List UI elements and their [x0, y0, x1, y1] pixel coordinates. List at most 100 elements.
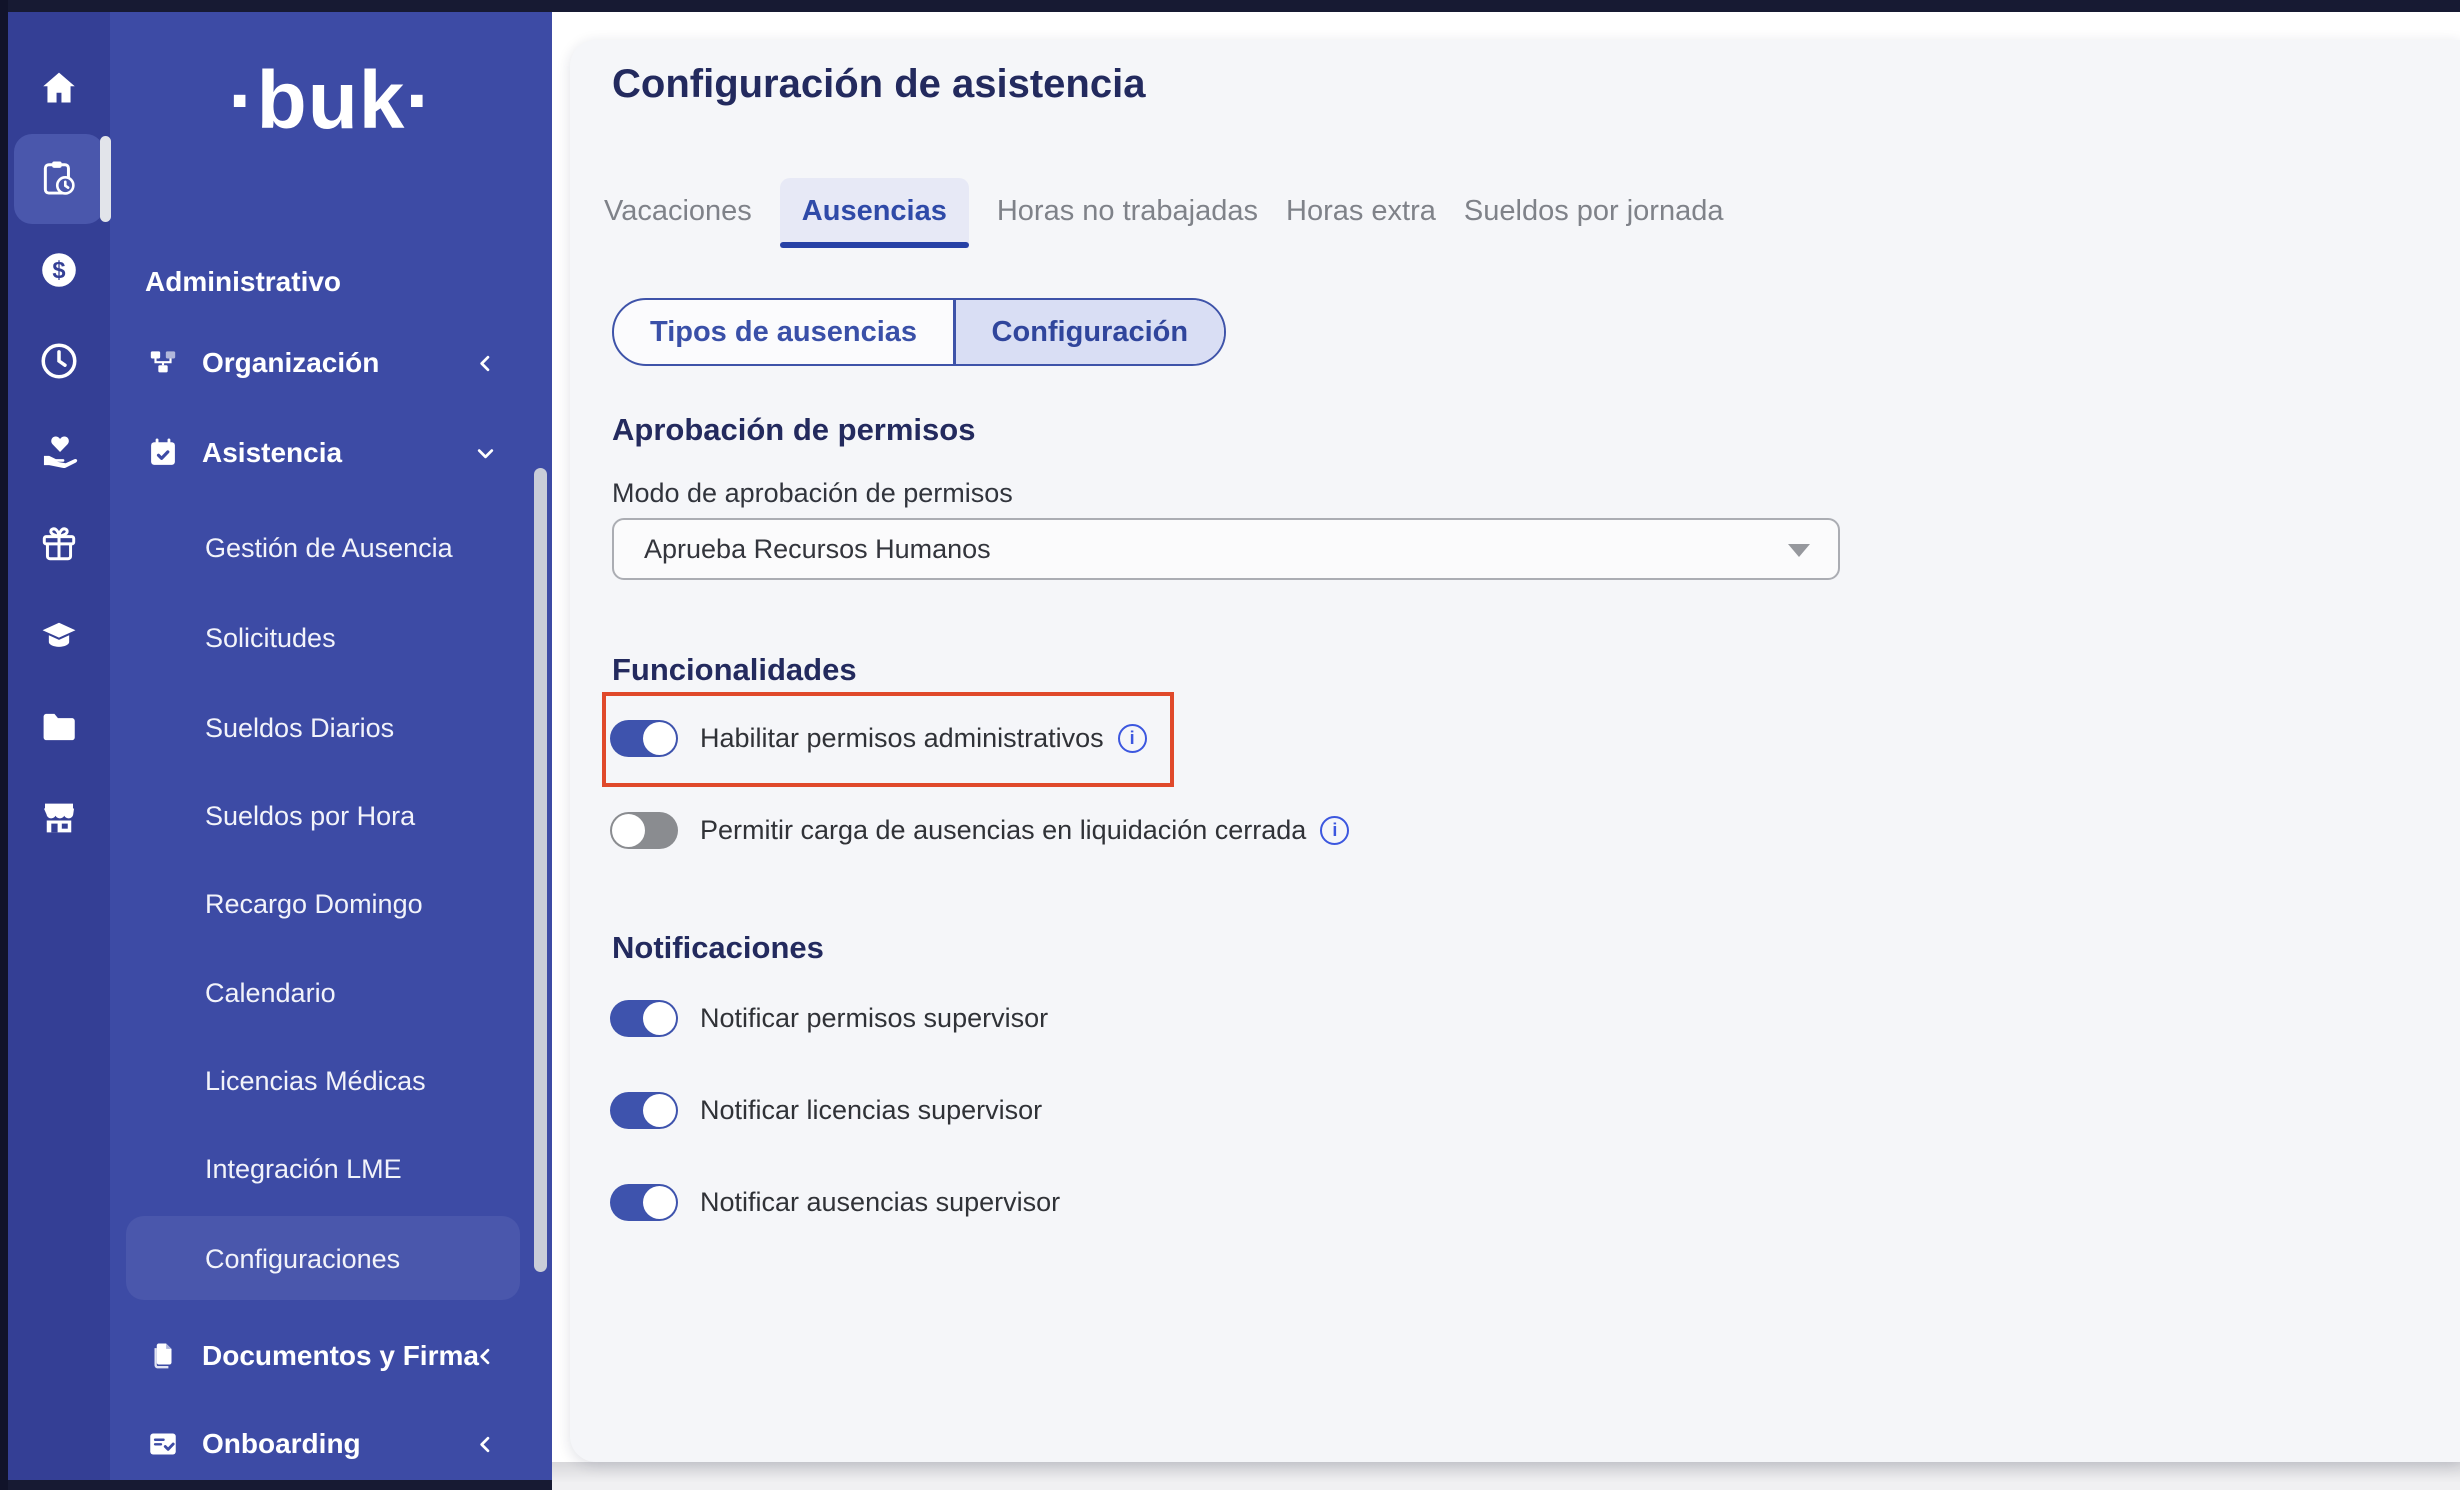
select-value: Aprueba Recursos Humanos	[644, 534, 991, 565]
tab-horas-extra[interactable]: Horas extra	[1286, 178, 1436, 248]
toggle-row-notificar-licencias: Notificar licencias supervisor	[610, 1079, 1042, 1141]
submenu-label: Solicitudes	[205, 623, 336, 654]
segmented-control: Tipos de ausencias Configuración	[612, 298, 1226, 366]
section-heading-funcionalidades: Funcionalidades	[612, 652, 857, 688]
toggle-permitir-carga-ausencias[interactable]	[610, 812, 678, 849]
toggle-knob	[643, 1002, 676, 1035]
submenu-label: Configuraciones	[205, 1244, 400, 1275]
payroll-dollar-icon: $	[38, 249, 80, 291]
sidebar-subitem-sueldos-por-hora[interactable]: Sueldos por Hora	[110, 787, 552, 845]
svg-text:$: $	[52, 258, 65, 284]
sidebar-subitem-integracion-lme[interactable]: Integración LME	[110, 1140, 552, 1198]
window-frame-bottom	[0, 1480, 552, 1490]
toggle-knob	[643, 1186, 676, 1219]
window-frame-left	[0, 0, 8, 1490]
toggle-knob	[643, 1094, 676, 1127]
toggle-notificar-ausencias-supervisor[interactable]	[610, 1184, 678, 1221]
sidebar-item-label: Documentos y Firma	[202, 1340, 479, 1372]
training-graduation-cap-icon	[38, 615, 80, 657]
chevron-left-icon	[472, 350, 499, 377]
chevron-down-icon	[472, 440, 499, 467]
sidebar-subitem-gestion-de-ausencia[interactable]: Gestión de Ausencia	[110, 519, 552, 577]
submenu-label: Recargo Domingo	[205, 889, 423, 920]
rail-item-payroll[interactable]: $	[38, 249, 80, 291]
toggle-label: Notificar licencias supervisor	[700, 1095, 1042, 1126]
rail-item-training[interactable]	[38, 615, 80, 657]
segment-tipos-de-ausencias[interactable]: Tipos de ausencias	[614, 300, 953, 364]
section-heading-notificaciones: Notificaciones	[612, 930, 824, 966]
toggle-notificar-permisos-supervisor[interactable]	[610, 1000, 678, 1037]
page-title: Configuración de asistencia	[612, 62, 1145, 107]
toggle-label: Notificar ausencias supervisor	[700, 1187, 1060, 1218]
rail-item-gifts[interactable]	[38, 523, 80, 565]
sidebar: ·buk· Administrativo Organización Asiste…	[110, 12, 552, 1490]
toggle-row-notificar-ausencias: Notificar ausencias supervisor	[610, 1171, 1060, 1233]
tab-ausencias-active[interactable]: Ausencias	[780, 178, 969, 248]
toggle-row-permitir-carga: Permitir carga de ausencias en liquidaci…	[610, 799, 1349, 861]
tab-bar: Vacaciones Ausencias Horas no trabajadas…	[604, 178, 1723, 248]
calendar-check-icon	[146, 436, 180, 470]
icon-rail: $	[8, 12, 110, 1490]
submenu-label: Licencias Médicas	[205, 1066, 426, 1097]
active-rail-indicator-bar	[100, 136, 111, 222]
rail-item-time[interactable]	[38, 340, 80, 382]
sidebar-section-label: Administrativo	[145, 266, 341, 298]
submenu-label: Gestión de Ausencia	[205, 533, 453, 564]
sidebar-item-onboarding[interactable]: Onboarding	[110, 1413, 552, 1475]
sidebar-subitem-sueldos-diarios[interactable]: Sueldos Diarios	[110, 699, 552, 757]
buk-logo[interactable]: ·buk·	[110, 54, 552, 148]
sidebar-item-organizacion[interactable]: Organización	[110, 332, 552, 394]
sidebar-subitem-configuraciones-active[interactable]: Configuraciones	[110, 1230, 552, 1288]
settings-card: Configuración de asistencia Vacaciones A…	[570, 40, 2460, 1462]
select-caret-icon	[1788, 544, 1810, 557]
benefits-hand-heart-icon	[38, 431, 80, 473]
toggle-row-notificar-permisos: Notificar permisos supervisor	[610, 987, 1048, 1049]
submenu-label: Integración LME	[205, 1154, 402, 1185]
page-bottom-shadow	[552, 1462, 2460, 1490]
select-field-label: Modo de aprobación de permisos	[612, 478, 1013, 509]
rail-item-attendance[interactable]	[38, 157, 80, 199]
home-icon	[38, 67, 80, 109]
rail-item-files[interactable]	[38, 706, 80, 748]
submenu-label: Sueldos por Hora	[205, 801, 415, 832]
toggle-knob	[612, 814, 645, 847]
folder-icon	[38, 706, 80, 748]
sidebar-scrollbar[interactable]	[534, 468, 547, 1272]
window-frame-top	[0, 0, 2460, 12]
tab-sueldos-por-jornada[interactable]: Sueldos por jornada	[1464, 178, 1724, 248]
chevron-left-icon	[472, 1343, 499, 1370]
app-window: $	[0, 0, 2460, 1490]
main-content: Configuración de asistencia Vacaciones A…	[552, 12, 2460, 1490]
sidebar-item-label: Onboarding	[202, 1428, 361, 1460]
sidebar-subitem-recargo-domingo[interactable]: Recargo Domingo	[110, 875, 552, 933]
marketplace-store-icon	[38, 797, 80, 839]
gift-icon	[38, 523, 80, 565]
approval-mode-select[interactable]: Aprueba Recursos Humanos	[612, 518, 1840, 580]
sidebar-subitem-calendario[interactable]: Calendario	[110, 964, 552, 1022]
rail-item-home[interactable]	[38, 67, 80, 109]
documents-icon	[146, 1339, 180, 1373]
sidebar-item-asistencia[interactable]: Asistencia	[110, 422, 552, 484]
onboarding-checklist-icon	[146, 1427, 180, 1461]
info-icon[interactable]	[1320, 816, 1349, 845]
sidebar-item-documentos-y-firma[interactable]: Documentos y Firma	[110, 1325, 552, 1387]
rail-item-benefits[interactable]	[38, 431, 80, 473]
annotation-highlight-box	[602, 692, 1174, 787]
sidebar-subitem-licencias-medicas[interactable]: Licencias Médicas	[110, 1052, 552, 1110]
sidebar-item-label: Organización	[202, 347, 379, 379]
toggle-label: Permitir carga de ausencias en liquidaci…	[700, 815, 1306, 846]
time-clock-icon	[38, 340, 80, 382]
rail-item-marketplace[interactable]	[38, 797, 80, 839]
sidebar-item-label: Asistencia	[202, 437, 342, 469]
toggle-label: Notificar permisos supervisor	[700, 1003, 1048, 1034]
tab-vacaciones[interactable]: Vacaciones	[604, 178, 752, 248]
tab-horas-no-trabajadas[interactable]: Horas no trabajadas	[997, 178, 1258, 248]
submenu-label: Sueldos Diarios	[205, 713, 394, 744]
sitemap-icon	[146, 346, 180, 380]
sidebar-subitem-solicitudes[interactable]: Solicitudes	[110, 609, 552, 667]
segment-configuracion-selected[interactable]: Configuración	[956, 300, 1225, 364]
chevron-left-icon	[472, 1431, 499, 1458]
submenu-label: Calendario	[205, 978, 336, 1009]
toggle-notificar-licencias-supervisor[interactable]	[610, 1092, 678, 1129]
section-heading-aprobacion: Aprobación de permisos	[612, 412, 975, 448]
